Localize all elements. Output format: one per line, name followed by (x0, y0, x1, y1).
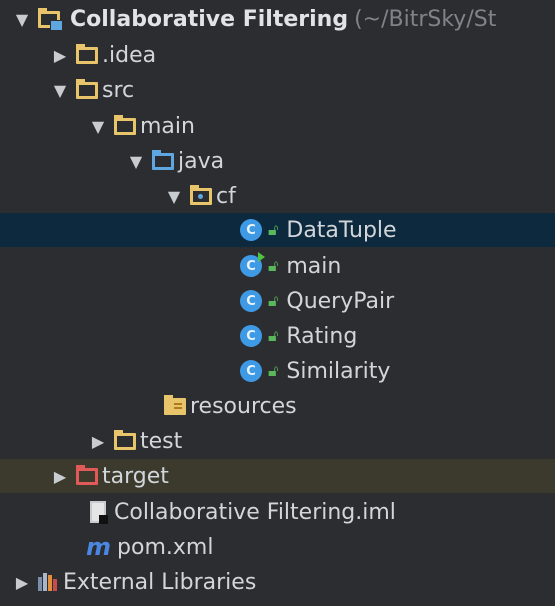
unlock-icon: 🔓︎ (268, 361, 279, 380)
project-folder-icon (38, 7, 63, 31)
tree-label-resources: resources (190, 393, 297, 419)
source-folder-icon (152, 149, 174, 170)
tree-label-class: QueryPair (286, 288, 395, 314)
resources-folder-icon (164, 394, 186, 415)
folder-icon (76, 43, 98, 64)
package-icon (190, 184, 212, 205)
expand-arrow-icon[interactable]: ▶ (12, 571, 32, 593)
tree-row-class-rating[interactable]: C 🔓︎ Rating (0, 319, 555, 353)
tree-row-java[interactable]: ▼ java (0, 144, 555, 178)
expand-arrow-icon[interactable]: ▶ (50, 44, 70, 66)
class-icon: C (240, 219, 262, 241)
unlock-icon: 🔓︎ (268, 256, 279, 275)
tree-row-test[interactable]: ▶ test (0, 424, 555, 458)
tree-label-class: Rating (286, 323, 358, 349)
folder-icon (76, 78, 98, 99)
tree-row-target[interactable]: ▶ target (0, 459, 555, 493)
tree-label-class: DataTuple (286, 217, 397, 243)
tree-row-external-libraries[interactable]: ▶ External Libraries (0, 565, 555, 599)
tree-row-class-similarity[interactable]: C 🔓︎ Similarity (0, 354, 555, 388)
excluded-folder-icon (76, 464, 98, 485)
expand-arrow-icon[interactable]: ▶ (50, 465, 70, 487)
folder-icon (114, 114, 136, 135)
tree-label-external: External Libraries (63, 569, 257, 595)
folder-icon (114, 429, 136, 450)
project-tree: ▼ Collaborative Filtering (~/BitrSky/St … (0, 0, 555, 606)
runnable-class-icon: C (240, 252, 265, 277)
tree-row-src[interactable]: ▼ src (0, 73, 555, 107)
tree-label-iml: Collaborative Filtering.iml (114, 499, 396, 525)
tree-label-src: src (102, 77, 135, 103)
tree-label-idea: .idea (102, 42, 157, 68)
tree-row-pom[interactable]: m pom.xml (0, 530, 555, 564)
tree-label-target: target (102, 463, 169, 489)
unlock-icon: 🔓︎ (268, 326, 279, 345)
collapse-arrow-icon[interactable]: ▼ (12, 8, 32, 30)
project-name: Collaborative Filtering (70, 6, 349, 32)
collapse-arrow-icon[interactable]: ▼ (126, 150, 146, 172)
tree-label-class: Similarity (286, 358, 391, 384)
tree-row-main[interactable]: ▼ main (0, 109, 555, 143)
tree-label-test: test (140, 428, 183, 454)
tree-label-class: main (286, 253, 342, 279)
tree-row-class-main[interactable]: C 🔓︎ main (0, 249, 555, 283)
collapse-arrow-icon[interactable]: ▼ (50, 79, 70, 101)
tree-label-pom: pom.xml (117, 534, 214, 560)
tree-row-class-datatuple[interactable]: C 🔓︎ DataTuple (0, 213, 555, 247)
maven-icon: m (86, 533, 112, 561)
tree-label-cf: cf (216, 183, 236, 209)
project-path-hint: (~/BitrSky/St (354, 6, 497, 32)
collapse-arrow-icon[interactable]: ▼ (88, 115, 108, 137)
tree-row-project[interactable]: ▼ Collaborative Filtering (~/BitrSky/St (0, 2, 555, 36)
tree-row-idea[interactable]: ▶ .idea (0, 38, 555, 72)
tree-row-resources[interactable]: resources (0, 389, 555, 423)
tree-row-cf[interactable]: ▼ cf (0, 179, 555, 213)
libraries-icon (38, 573, 57, 591)
class-icon: C (240, 360, 262, 382)
tree-label-main: main (140, 113, 195, 139)
iml-file-icon (90, 501, 108, 524)
tree-row-class-querypair[interactable]: C 🔓︎ QueryPair (0, 284, 555, 318)
tree-row-iml[interactable]: Collaborative Filtering.iml (0, 495, 555, 529)
expand-arrow-icon[interactable]: ▶ (88, 430, 108, 452)
collapse-arrow-icon[interactable]: ▼ (164, 185, 184, 207)
tree-label-java: java (178, 148, 225, 174)
class-icon: C (240, 325, 262, 347)
unlock-icon: 🔓︎ (268, 220, 279, 239)
unlock-icon: 🔓︎ (268, 291, 279, 310)
class-icon: C (240, 290, 262, 312)
